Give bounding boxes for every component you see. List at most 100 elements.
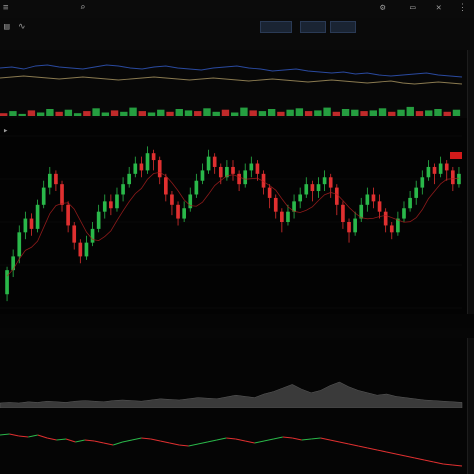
candle-body (206, 156, 211, 171)
candle-body (133, 163, 138, 174)
overview-volume-bar (397, 109, 405, 116)
more-icon[interactable]: ⋮ (458, 3, 467, 13)
indicator-segment (112, 441, 123, 446)
candle-body (194, 180, 199, 195)
candle-body (353, 218, 357, 233)
indicator-segment (386, 451, 397, 455)
overview-volume-bar (184, 110, 193, 116)
chart-type-icon[interactable]: ▤ (4, 22, 9, 32)
candle-body (200, 170, 205, 181)
close-icon[interactable]: ✕ (436, 3, 441, 13)
main-price-chart[interactable]: ▸ (0, 118, 474, 321)
candle-body (72, 225, 77, 243)
candle-body (286, 211, 290, 222)
last-price-badge (450, 152, 462, 159)
moving-average-line (6, 171, 459, 277)
overview-volume-bar (231, 112, 239, 116)
indicator-segment (395, 453, 406, 457)
candle-body (54, 173, 58, 185)
tab-1[interactable] (260, 21, 292, 33)
overview-volume-bar (36, 112, 45, 116)
overview-volume-bar (212, 111, 220, 116)
candle-body (322, 177, 327, 185)
indicator-segment (47, 437, 57, 441)
candle-body (249, 163, 254, 171)
candle-body (451, 170, 455, 185)
candle-body (341, 204, 345, 222)
candle-body (157, 160, 162, 178)
candle-body (420, 177, 425, 188)
overview-panel (0, 50, 474, 119)
indicator-segment (424, 459, 434, 463)
toolbar: ▤ ∿ (0, 18, 474, 51)
overview-volume-bar (240, 107, 248, 116)
overview-volume-bar (360, 111, 368, 116)
legend-toggle-icon[interactable]: ▸ (3, 126, 8, 136)
indicator-icon[interactable]: ∿ (18, 22, 26, 32)
indicator-segment (56, 438, 67, 441)
indicator-segment (358, 445, 368, 449)
overview-volume-bar (83, 111, 91, 116)
volume-area (0, 381, 463, 408)
indicator-segment (301, 438, 312, 441)
candle-body (304, 184, 309, 195)
indicator-segment (160, 440, 170, 444)
overview-volume-bar (277, 111, 285, 116)
tab-3[interactable] (330, 21, 356, 33)
indicator-segment (188, 443, 199, 447)
overview-volume-bar (46, 109, 54, 116)
candle-body (151, 153, 156, 161)
indicator-segment (169, 442, 180, 446)
settings-icon[interactable]: ⚙ (380, 3, 385, 13)
candle-body (182, 208, 186, 219)
indicator-segment (348, 443, 359, 447)
overview-volume-bar (267, 109, 276, 116)
candle-body (102, 201, 107, 212)
candle-body (212, 156, 217, 167)
candle-body (66, 204, 70, 226)
candle-body (127, 173, 132, 185)
indicator-segment (320, 437, 331, 441)
window-control-icon[interactable]: ▭ (410, 3, 415, 13)
candle-body (11, 256, 15, 271)
search-icon[interactable]: ⌕ (80, 3, 85, 13)
candle-body (115, 194, 119, 209)
candle-body (371, 194, 376, 202)
candle-body (35, 204, 40, 229)
candle-body (426, 166, 431, 178)
indicator-segment (197, 441, 208, 445)
indicator-segment (433, 461, 444, 465)
candle-body (243, 170, 248, 185)
candle-body (231, 166, 235, 174)
candle-body (377, 201, 382, 212)
candle-body (457, 173, 461, 185)
overview-volume-bar (249, 110, 257, 116)
overview-volume-bar (221, 109, 230, 116)
candle-body (84, 242, 89, 257)
overview-volume-bar (138, 111, 146, 116)
candle-body (5, 270, 9, 295)
candle-body (60, 184, 64, 205)
indicator-segment (18, 435, 29, 438)
candle-body (237, 173, 241, 185)
volume-scale (467, 338, 474, 408)
overview-volume-bar (194, 111, 202, 116)
overview-volume-bar (64, 109, 73, 116)
candle-body (139, 163, 144, 171)
candle-body (23, 218, 28, 233)
indicator-segment (94, 440, 104, 444)
price-scale[interactable] (467, 118, 474, 320)
overview-volume-bar (120, 111, 128, 116)
overview-volume-bar (314, 110, 322, 116)
title-bar: ≡ ⌕ ⚙ ▭ ✕ ⋮ (0, 0, 474, 19)
overview-volume-bar (166, 111, 174, 116)
candle-body (280, 211, 284, 222)
menu-icon[interactable]: ≡ (3, 3, 8, 13)
tab-2[interactable] (300, 21, 326, 33)
candle-body (78, 242, 83, 257)
candle-body (176, 204, 180, 219)
indicator-segment (292, 437, 302, 441)
indicator-segment (9, 433, 19, 437)
overview-scale (467, 50, 474, 118)
volume-chart (0, 381, 463, 408)
